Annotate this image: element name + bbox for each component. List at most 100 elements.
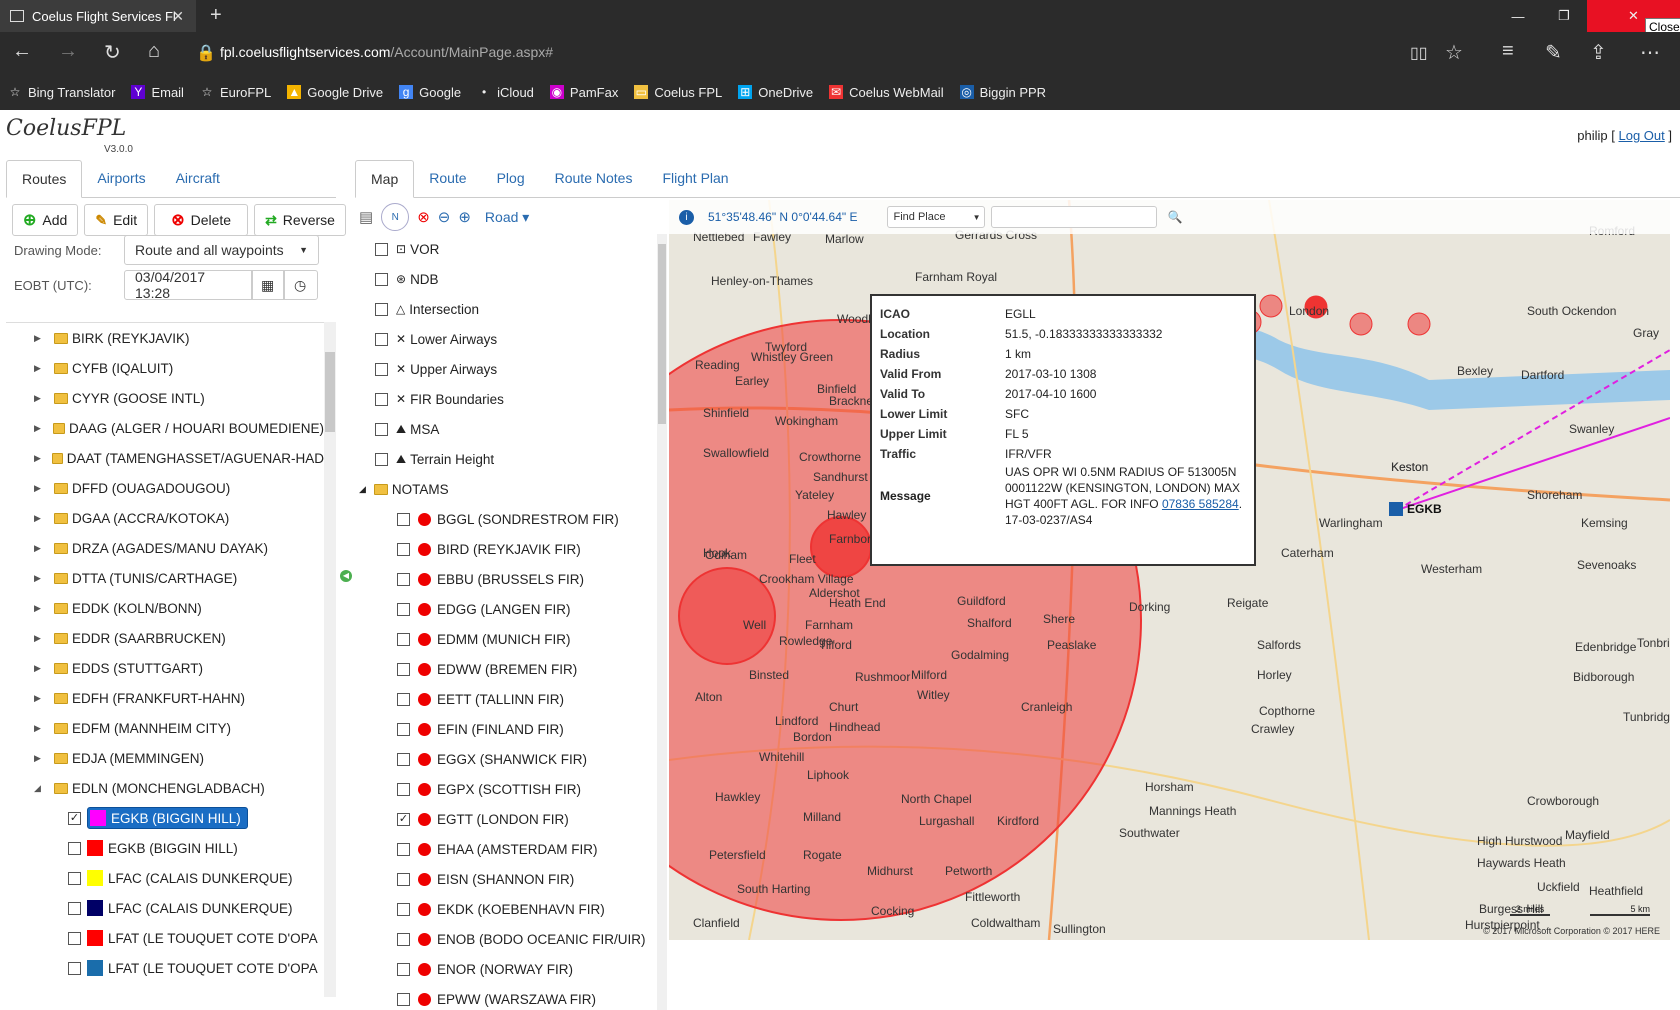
favorite-star-icon[interactable]: ☆ — [1445, 40, 1463, 65]
notam-item[interactable]: EETT (TALLINN FIR) — [355, 684, 655, 714]
route-item[interactable]: EGKB (BIGGIN HILL) — [87, 840, 238, 856]
tab-airports[interactable]: Airports — [82, 160, 160, 197]
route-checkbox[interactable] — [68, 931, 81, 945]
notam-item[interactable]: EBBU (BRUSSELS FIR) — [355, 564, 655, 594]
layer-checkbox[interactable] — [375, 272, 388, 286]
web-note-icon[interactable]: ✎ — [1545, 40, 1562, 65]
layer-scroll-thumb[interactable] — [658, 244, 666, 424]
notam-checkbox[interactable] — [397, 932, 410, 946]
tree-item[interactable]: ▶ CYFB (IQALUIT) — [6, 353, 324, 383]
hub-icon[interactable]: ≡ — [1502, 40, 1514, 63]
favorite-2[interactable]: ☆ EuroFPL — [200, 85, 272, 100]
layer-scrollbar[interactable] — [657, 234, 667, 1010]
drawing-mode-select[interactable]: Route and all waypoints ▼ — [124, 235, 319, 265]
clock-icon[interactable]: ◷ — [284, 270, 318, 300]
notam-area-london[interactable] — [1259, 294, 1283, 318]
notam-checkbox[interactable] — [397, 722, 410, 736]
notam-area-farnborough[interactable] — [810, 516, 872, 578]
road-style-dropdown[interactable]: Road ▾ — [485, 209, 529, 226]
reading-view-icon[interactable]: ▯▯ — [1410, 43, 1428, 63]
layer-item[interactable]: ✕ FIR Boundaries — [355, 384, 655, 414]
zoom-in-icon[interactable]: ⊕ — [458, 208, 471, 226]
notam-checkbox[interactable] — [397, 662, 410, 676]
notam-checkbox[interactable] — [397, 602, 410, 616]
tree-item[interactable]: LFAT (LE TOUQUET COTE D'OPA — [6, 923, 324, 953]
tree-item[interactable]: ▶ DAAT (TAMENGHASSET/AGUENAR-HAD — [6, 443, 324, 473]
notam-item[interactable]: EDMM (MUNICH FIR) — [355, 624, 655, 654]
expanded-arrow-icon[interactable]: ◢ — [359, 484, 366, 495]
expand-arrow-icon[interactable]: ▶ — [34, 753, 44, 764]
expand-arrow-icon[interactable]: ▶ — [34, 453, 42, 464]
notam-checkbox[interactable] — [397, 992, 410, 1006]
expand-arrow-icon[interactable]: ▶ — [34, 663, 44, 674]
scroll-thumb[interactable] — [325, 352, 335, 432]
route-item[interactable]: LFAC (CALAIS DUNKERQUE) — [87, 870, 293, 886]
expand-arrow-icon[interactable]: ▶ — [34, 483, 44, 494]
tree-item[interactable]: ▶ EDFM (MANNHEIM CITY) — [6, 713, 324, 743]
tree-item[interactable]: LFAC (CALAIS DUNKERQUE) — [6, 863, 324, 893]
favorite-3[interactable]: ▲ Google Drive — [287, 85, 383, 100]
route-checkbox[interactable] — [68, 871, 81, 885]
notam-checkbox[interactable] — [397, 782, 410, 796]
layer-checkbox[interactable] — [375, 302, 388, 316]
favorite-0[interactable]: ☆ Bing Translator — [8, 85, 116, 100]
layers-toggle-icon[interactable]: ▤ — [359, 208, 373, 226]
notam-item[interactable]: EFIN (FINLAND FIR) — [355, 714, 655, 744]
notam-item[interactable]: EHAA (AMSTERDAM FIR) — [355, 834, 655, 864]
tab-flight-plan[interactable]: Flight Plan — [647, 160, 743, 197]
layer-checkbox[interactable] — [375, 332, 388, 346]
calendar-icon[interactable]: ▦ — [252, 270, 284, 300]
route-checkbox[interactable] — [68, 841, 81, 855]
expand-arrow-icon[interactable]: ▶ — [34, 333, 44, 344]
tree-item[interactable]: ▶ EDDR (SAARBRUCKEN) — [6, 623, 324, 653]
clear-icon[interactable]: ⊗ — [417, 208, 430, 226]
minimize-icon[interactable]: — — [1495, 0, 1541, 32]
tree-item[interactable]: ▶ CYYR (GOOSE INTL) — [6, 383, 324, 413]
tree-item[interactable]: ▶ BIRK (REYKJAVIK) — [6, 323, 324, 353]
layer-checkbox[interactable] — [375, 362, 388, 376]
notam-area-london[interactable] — [1407, 312, 1431, 336]
tree-item[interactable]: ◢ EDLN (MONCHENGLADBACH) — [6, 773, 324, 803]
notam-item[interactable]: EISN (SHANNON FIR) — [355, 864, 655, 894]
tree-item[interactable]: ▶ EDJA (MEMMINGEN) — [6, 743, 324, 773]
zoom-out-icon[interactable]: ⊖ — [438, 208, 451, 226]
notam-item[interactable]: EDWW (BREMEN FIR) — [355, 654, 655, 684]
delete-button[interactable]: ⊗ Delete — [154, 204, 249, 236]
tree-item[interactable]: ▶ EDFH (FRANKFURT-HAHN) — [6, 683, 324, 713]
notam-checkbox[interactable] — [397, 752, 410, 766]
tree-item[interactable]: LFAT (LE TOUQUET COTE D'OPA — [6, 953, 324, 983]
layer-item[interactable]: ⛰ MSA — [355, 414, 655, 444]
route-item[interactable]: LFAT (LE TOUQUET COTE D'OPA — [87, 930, 318, 946]
notam-checkbox[interactable] — [397, 542, 410, 556]
find-place-select[interactable]: Find Place ▼ — [887, 206, 986, 228]
tree-item[interactable]: ▶ DFFD (OUAGADOUGOU) — [6, 473, 324, 503]
forward-icon[interactable]: → — [58, 40, 78, 63]
layer-item[interactable]: ⊡ VOR — [355, 234, 655, 264]
favorite-7[interactable]: ▭ Coelus FPL — [634, 85, 722, 100]
search-input[interactable] — [991, 206, 1158, 228]
favorite-1[interactable]: Y Email — [131, 85, 184, 100]
tree-item[interactable]: ▶ DAAG (ALGER / HOUARI BOUMEDIENE) — [6, 413, 324, 443]
notam-checkbox[interactable] — [397, 572, 410, 586]
notam-item[interactable]: EPWW (WARSZAWA FIR) — [355, 984, 655, 1010]
tree-item[interactable]: EGKB (BIGGIN HILL) — [6, 833, 324, 863]
expand-arrow-icon[interactable]: ▶ — [34, 543, 44, 554]
layer-item[interactable]: ⛰ Terrain Height — [355, 444, 655, 474]
restore-icon[interactable]: ❐ — [1541, 0, 1587, 32]
notam-checkbox[interactable] — [397, 902, 410, 916]
share-icon[interactable]: ⇪ — [1590, 40, 1607, 65]
back-icon[interactable]: ← — [12, 40, 32, 63]
tree-item[interactable]: ▶ DRZA (AGADES/MANU DAYAK) — [6, 533, 324, 563]
info-icon[interactable]: i — [679, 209, 694, 225]
tab-map[interactable]: Map — [355, 160, 415, 198]
expand-arrow-icon[interactable]: ▶ — [34, 633, 44, 644]
notam-item[interactable]: EKDK (KOEBENHAVN FIR) — [355, 894, 655, 924]
route-checkbox[interactable] — [68, 961, 81, 975]
collapse-panel-icon[interactable]: ◀ — [340, 570, 352, 582]
tree-item[interactable]: ▶ EDDK (KOLN/BONN) — [6, 593, 324, 623]
layer-checkbox[interactable] — [375, 422, 388, 436]
notam-checkbox[interactable]: ✓ — [397, 812, 410, 826]
layer-item[interactable]: ✕ Upper Airways — [355, 354, 655, 384]
edit-button[interactable]: ✎ Edit — [84, 204, 149, 236]
notam-item[interactable]: EGPX (SCOTTISH FIR) — [355, 774, 655, 804]
